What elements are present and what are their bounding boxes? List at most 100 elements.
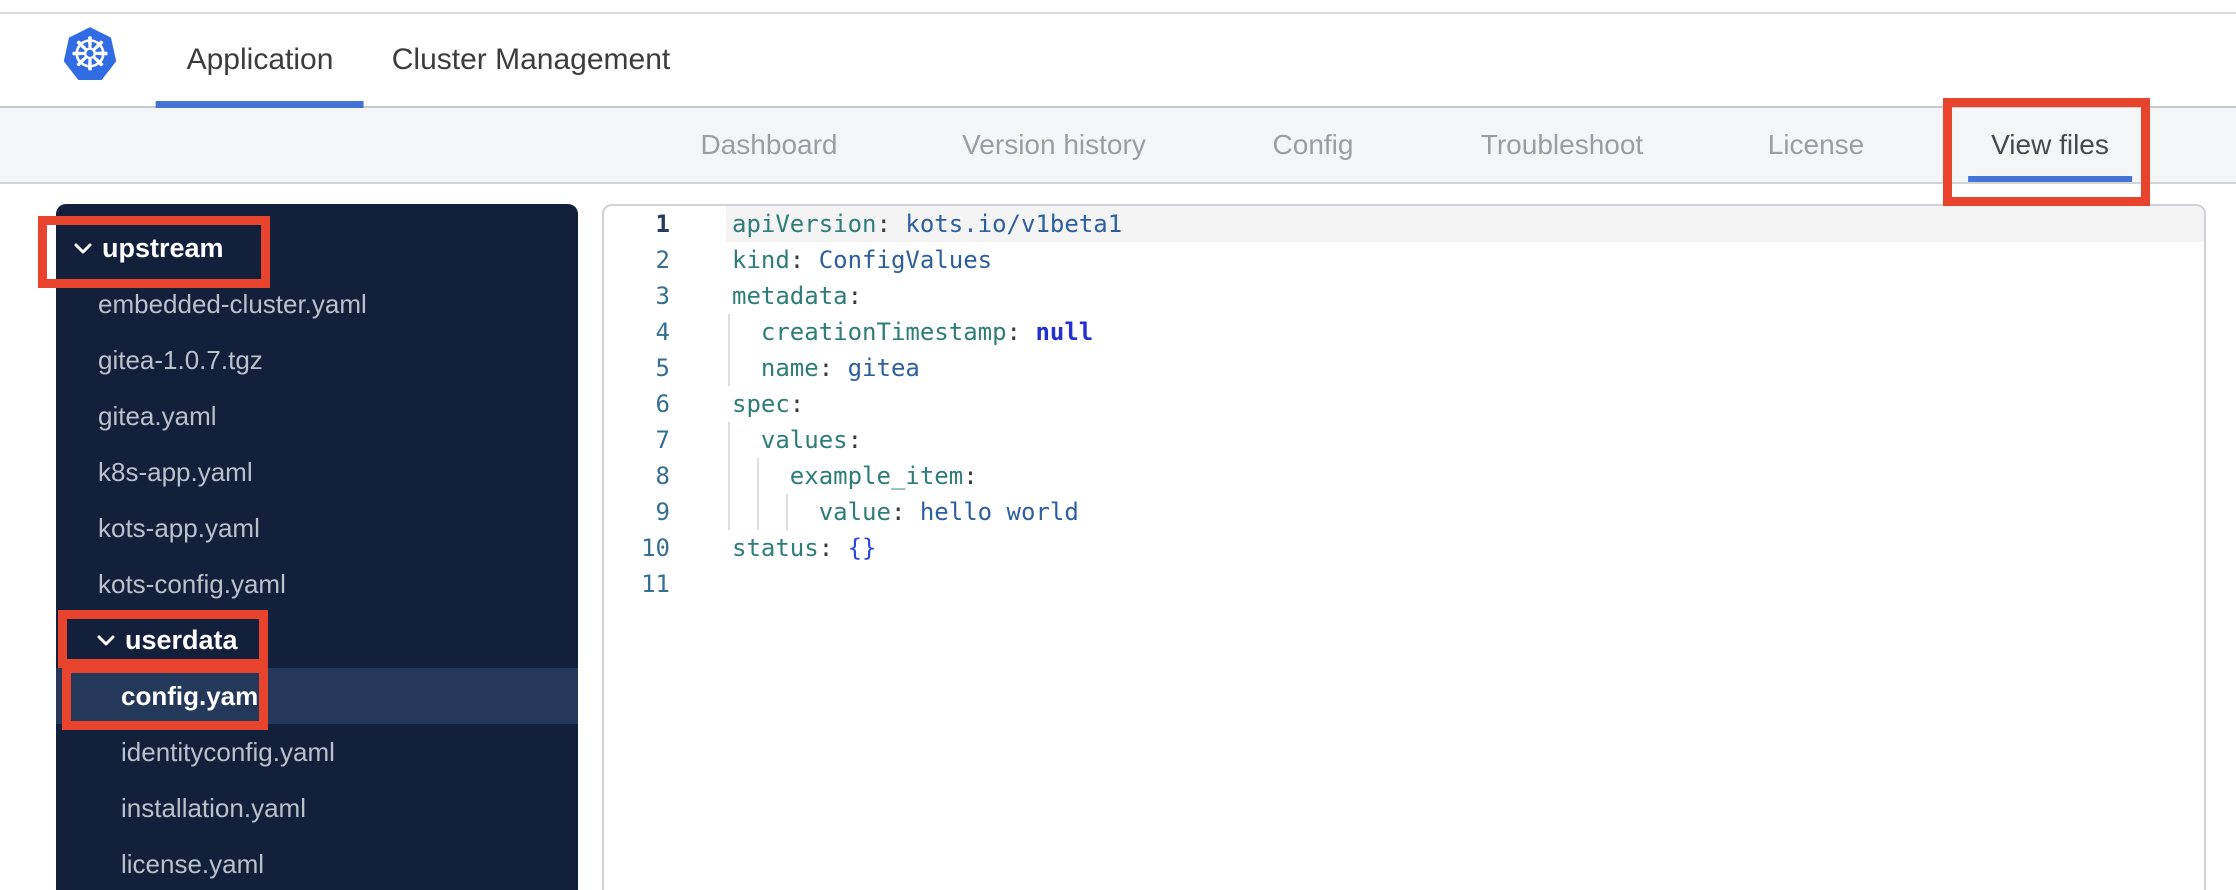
indent-guide	[728, 422, 730, 458]
header-tab-label: Application	[186, 43, 334, 76]
line-number: 1	[655, 210, 670, 238]
token-keyword: null	[1035, 318, 1094, 346]
subnav-tab-config[interactable]: Config	[1273, 108, 1354, 182]
indent-guide	[728, 458, 730, 494]
token-punct: :	[963, 462, 978, 490]
token-punct: :	[847, 282, 863, 310]
kubernetes-logo-icon: ☸	[63, 27, 117, 81]
subnav-tab-label: Version history	[962, 129, 1146, 160]
tree-file-gitea-1-0-7-tgz[interactable]: gitea-1.0.7.tgz	[56, 332, 578, 388]
code-text[interactable]: metadata:	[726, 278, 2204, 314]
line-number: 2	[655, 246, 670, 274]
tree-file-k8s-app-yaml[interactable]: k8s-app.yaml	[56, 444, 578, 500]
yaml-file-editor[interactable]: 1 apiVersion: kots.io/v1beta1 2 kind: Confi…	[602, 204, 2206, 890]
code-line-3: 3 metadata:	[604, 278, 2204, 314]
token-key: spec	[732, 390, 790, 418]
token-key: value	[818, 498, 891, 526]
tree-file-gitea-yaml[interactable]: gitea.yaml	[56, 388, 578, 444]
tree-file-embedded-cluster-yaml[interactable]: embedded-cluster.yaml	[56, 276, 578, 332]
token-key: creationTimestamp	[760, 318, 1007, 346]
file-label: gitea.yaml	[98, 400, 217, 431]
token-key: metadata	[732, 282, 848, 310]
code-text[interactable]: name: gitea	[726, 350, 2204, 386]
token-punct: :	[847, 426, 863, 454]
token-punct: :	[789, 390, 805, 418]
subnav-tab-version-history[interactable]: Version history	[962, 108, 1146, 182]
tree-file-config-yaml[interactable]: config.yaml	[56, 668, 578, 724]
token-key: status	[732, 534, 819, 562]
folder-label: upstream	[102, 232, 224, 263]
tree-file-identityconfig-yaml[interactable]: identityconfig.yaml	[56, 724, 578, 780]
file-label: identityconfig.yaml	[121, 736, 335, 767]
code-line-6: 6 spec:	[604, 386, 2204, 422]
file-label: kots-config.yaml	[98, 568, 286, 599]
indent-guide	[728, 494, 730, 530]
file-label: license.yaml	[121, 848, 265, 879]
code-lines: 1 apiVersion: kots.io/v1beta1 2 kind: Confi…	[604, 206, 2204, 602]
code-text[interactable]: creationTimestamp: null	[726, 314, 2204, 350]
token-value: kots.io/v1beta1	[905, 210, 1123, 238]
code-text[interactable]	[726, 566, 2204, 602]
active-tab-underline	[1967, 176, 2132, 182]
token-punct: :	[876, 210, 891, 238]
code-text[interactable]: value: hello world	[726, 494, 2204, 530]
app-header: ☸ Application Cluster Management	[0, 14, 2236, 108]
line-number: 4	[655, 318, 670, 346]
code-text[interactable]: apiVersion: kots.io/v1beta1	[726, 206, 2204, 242]
active-tab-underline	[155, 101, 364, 108]
code-line-9: 9 value: hello world	[604, 494, 2204, 530]
subnav-tab-view-files[interactable]: View files	[1967, 108, 2132, 182]
token-punct: :	[818, 534, 834, 562]
subnav-tab-label: View files	[1991, 129, 2109, 160]
tree-folder-upstream[interactable]: upstream	[56, 220, 578, 276]
subnav-tab-label: Troubleshoot	[1480, 129, 1644, 160]
code-line-8: 8 example_item:	[604, 458, 2204, 494]
code-text[interactable]: values:	[726, 422, 2204, 458]
code-line-10: 10 status: {}	[604, 530, 2204, 566]
token-key: name	[760, 354, 819, 382]
line-number: 9	[655, 498, 670, 526]
token-key: kind	[732, 246, 790, 274]
code-text[interactable]: spec:	[726, 386, 2204, 422]
code-text[interactable]: example_item:	[726, 458, 2204, 494]
code-text[interactable]: kind: ConfigValues	[726, 242, 2204, 278]
chevron-down-icon	[73, 241, 93, 256]
subnav-tab-dashboard[interactable]: Dashboard	[701, 108, 838, 182]
subnav-tab-label: Dashboard	[700, 129, 838, 160]
header-tab-application[interactable]: Application	[155, 14, 364, 108]
token-punct: :	[890, 498, 906, 526]
file-label: embedded-cluster.yaml	[98, 288, 367, 319]
line-number: 3	[655, 282, 670, 310]
header-tab-cluster-management[interactable]: Cluster Management	[392, 14, 670, 106]
subnav-tab-troubleshoot[interactable]: Troubleshoot	[1481, 108, 1643, 182]
app-subnav: Dashboard Version history Config Troublesho…	[0, 108, 2236, 184]
token-punct: :	[818, 354, 834, 382]
file-tree-sidebar: upstream embedded-cluster.yaml gitea-1.0.7…	[56, 204, 578, 890]
indent-guide	[757, 458, 759, 494]
code-text[interactable]: status: {}	[726, 530, 2204, 566]
code-line-4: 4 creationTimestamp: null	[604, 314, 2204, 350]
kots-admin-console: ☸ Application Cluster Management Dashboar…	[0, 0, 2236, 890]
indent-guide	[728, 314, 730, 350]
tree-file-kots-app-yaml[interactable]: kots-app.yaml	[56, 500, 578, 556]
indent-guide	[757, 494, 759, 530]
line-number: 11	[641, 570, 670, 598]
file-label: k8s-app.yaml	[98, 456, 253, 487]
file-label: config.yaml	[121, 680, 266, 711]
tree-file-installation-yaml[interactable]: installation.yaml	[56, 780, 578, 836]
tree-file-kots-config-yaml[interactable]: kots-config.yaml	[56, 556, 578, 612]
line-number: 6	[655, 390, 670, 418]
file-label: kots-app.yaml	[98, 512, 260, 543]
tree-folder-userdata[interactable]: userdata	[56, 612, 578, 668]
indent-guide	[728, 350, 730, 386]
file-tree: upstream embedded-cluster.yaml gitea-1.0.7…	[56, 220, 578, 890]
code-line-5: 5 name: gitea	[604, 350, 2204, 386]
code-line-7: 7 values:	[604, 422, 2204, 458]
subnav-tab-license[interactable]: License	[1768, 108, 1865, 182]
tree-file-license-yaml[interactable]: license.yaml	[56, 836, 578, 890]
